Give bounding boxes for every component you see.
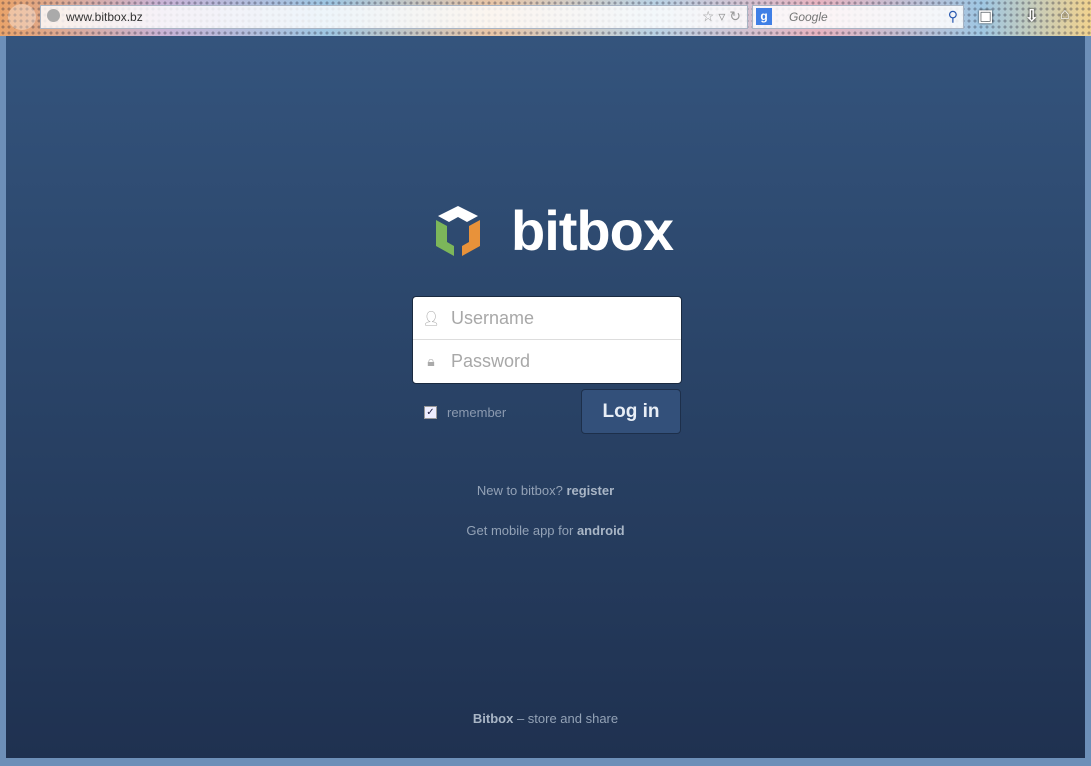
home-icon[interactable]: ⌂: [1060, 6, 1070, 24]
login-form: 👤︎ 🔒︎: [412, 296, 682, 384]
username-input[interactable]: [449, 306, 673, 330]
footer: Bitbox – store and share: [6, 711, 1085, 726]
search-placeholder: Google: [789, 10, 828, 24]
username-field: 👤︎: [413, 297, 681, 339]
dropdown-icon[interactable]: ▿: [718, 8, 725, 24]
android-link[interactable]: android: [577, 523, 625, 538]
password-input[interactable]: [449, 349, 673, 373]
mobile-prefix: Get mobile app for: [466, 523, 574, 538]
login-button[interactable]: Log in: [581, 389, 681, 434]
search-box[interactable]: g Google ⚲: [752, 5, 964, 29]
reload-icon[interactable]: ↻: [729, 8, 741, 24]
mobile-app-line: Get mobile app for android: [6, 523, 1085, 538]
bitbox-logo-icon: [436, 206, 480, 256]
footer-tagline: – store and share: [516, 711, 619, 726]
back-button[interactable]: [8, 4, 36, 30]
logo: bitbox: [433, 199, 674, 262]
bookmark-star-icon[interactable]: ☆: [702, 8, 715, 24]
address-bar[interactable]: www.bitbox.bz ☆ ▿ ↻: [40, 5, 748, 29]
password-field: 🔒︎: [413, 339, 681, 382]
url-text: www.bitbox.bz: [66, 10, 143, 24]
brand-name: bitbox: [511, 199, 674, 262]
lock-icon: 🔒︎: [427, 352, 435, 369]
remember-option[interactable]: ✓ remember: [424, 405, 506, 420]
login-page: bitbox 👤︎ 🔒︎ ✓ remember Log in New to bi…: [6, 36, 1085, 758]
footer-brand: Bitbox: [472, 711, 514, 726]
register-link[interactable]: register: [566, 483, 614, 498]
remember-checkbox[interactable]: ✓: [424, 406, 437, 419]
register-prefix: New to bitbox?: [476, 483, 563, 498]
globe-icon: [47, 9, 60, 22]
download-icon[interactable]: ⇩: [1025, 6, 1038, 26]
remember-label: remember: [447, 405, 507, 420]
google-icon[interactable]: g: [756, 8, 772, 25]
register-line: New to bitbox? register: [6, 483, 1085, 498]
search-icon[interactable]: ⚲: [948, 8, 958, 25]
user-icon: 👤︎: [422, 309, 440, 326]
bookmarks-icon[interactable]: ▣: [978, 6, 993, 26]
